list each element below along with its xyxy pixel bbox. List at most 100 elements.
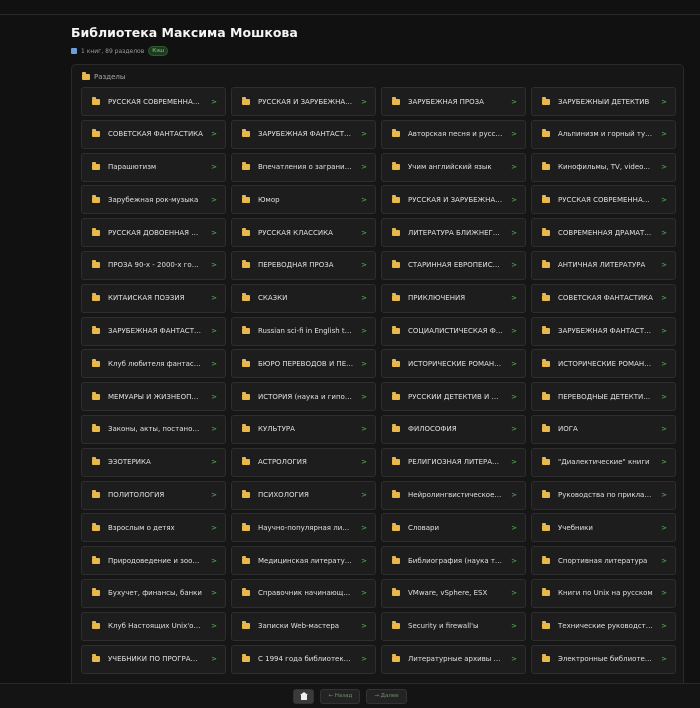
cache-badge: Кэш [148, 46, 169, 56]
section-tile[interactable]: Бухучет, финансы, банки > [81, 578, 226, 608]
section-tile[interactable]: ПРИКЛЮЧЕНИЯ > [381, 283, 526, 313]
next-button[interactable]: → Далее [366, 688, 407, 704]
section-tile[interactable]: РУССКАЯ СОВРЕМЕННАЯ П... > [531, 185, 676, 215]
folder-icon [242, 358, 250, 367]
section-tile[interactable]: VMware, vSphere, ESX > [381, 578, 526, 608]
section-tile[interactable]: ПОЛИТОЛОГИЯ > [81, 480, 226, 510]
section-tile[interactable]: Справочник начинающего ... > [231, 578, 376, 608]
section-tile[interactable]: СОВЕТСКАЯ ФАНТАСТИКА > [531, 283, 676, 313]
section-tile[interactable]: ЭЗОТЕРИКА > [81, 447, 226, 477]
section-tile[interactable]: Кинофильмы, TV, video... > [531, 152, 676, 182]
section-tile[interactable]: РУССКАЯ СОВРЕМЕННАЯ П... > [81, 87, 226, 116]
section-tile[interactable]: ФИЛОСОФИЯ > [381, 414, 526, 444]
chevron-right-icon: > [211, 228, 217, 237]
chevron-right-icon: > [511, 359, 517, 368]
folder-icon [542, 490, 550, 499]
folder-icon [242, 654, 250, 663]
section-tile[interactable]: РУССКАЯ ДОВОЕННАЯ ЛИТ... > [81, 218, 226, 248]
section-tile[interactable]: Записки Web-мастера > [231, 611, 376, 641]
sections-panel: Разделы РУССКАЯ СОВРЕМЕННАЯ П... > РУССКАЯ… [71, 64, 684, 704]
prev-button[interactable]: ← Назад [320, 688, 361, 704]
section-tile[interactable]: ЗАРУБЕЖНЫЙ ДЕТЕКТИВ > [531, 87, 676, 116]
section-tile[interactable]: СОЦИАЛИСТИЧЕСКАЯ ФАН... > [381, 316, 526, 346]
section-tile[interactable]: ИСТОРИЧЕСКИЕ РОМАНЫ(... > [381, 349, 526, 379]
section-tile[interactable]: Спортивная литература > [531, 546, 676, 576]
section-tile[interactable]: Альпинизм и горный туризм > [531, 119, 676, 149]
section-tile[interactable]: УЧЕБНИКИ ПО ПРОГРАММ... > [81, 644, 226, 674]
section-tile[interactable]: РУССКИЙ ДЕТЕКТИВ И БОЕ... > [381, 382, 526, 412]
section-tile[interactable]: Зарубежная рок-музыка > [81, 185, 226, 215]
section-tile[interactable]: РУССКАЯ И ЗАРУБЕЖНАЯ П... > [231, 87, 376, 116]
section-tile[interactable]: Словари > [381, 513, 526, 543]
section-tile[interactable]: Клуб Настоящих Unix'оидов > [81, 611, 226, 641]
section-tile[interactable]: СКАЗКИ > [231, 283, 376, 313]
sections-heading-label: Разделы [94, 73, 126, 81]
folder-icon [392, 358, 400, 367]
folder-icon [542, 194, 550, 203]
home-button[interactable] [293, 688, 315, 704]
section-tile[interactable]: Законы, акты, постановления > [81, 414, 226, 444]
section-tile[interactable]: Юмор > [231, 185, 376, 215]
section-tile[interactable]: ИСТОРИЯ (наука и гипотезы) > [231, 382, 376, 412]
section-tile[interactable]: БЮРО ПЕРЕВОДОВ И ПЕРЕВ... > [231, 349, 376, 379]
section-tile[interactable]: ПЕРЕВОДНАЯ ПРОЗА > [231, 250, 376, 280]
section-tile[interactable]: ЙОГА > [531, 414, 676, 444]
section-tile[interactable]: Авторская песня и русский ... > [381, 119, 526, 149]
section-tile[interactable]: Клуб любителя фантастики > [81, 349, 226, 379]
section-tile[interactable]: ПСИХОЛОГИЯ > [231, 480, 376, 510]
section-tile[interactable]: С 1994 года библиотека не ... > [231, 644, 376, 674]
folder-icon [242, 96, 250, 105]
section-tile[interactable]: КУЛЬТУРА > [231, 414, 376, 444]
section-tile[interactable]: Природоведение и зоология > [81, 546, 226, 576]
section-tile-label: РУССКАЯ И ЗАРУБЕЖНАЯ П... [408, 195, 503, 204]
chevron-right-icon: > [661, 425, 667, 434]
section-tile-label: Клуб Настоящих Unix'оидов [108, 622, 204, 631]
section-tile-label: ЗАРУБЕЖНАЯ ФАНТАСТИКА [258, 130, 354, 139]
section-tile[interactable]: Security и firewall'ы > [381, 611, 526, 641]
section-tile[interactable]: Электронные библиотеки, о... > [531, 644, 676, 674]
section-tile[interactable]: Впечатления о заграничной... > [231, 152, 376, 182]
section-tile[interactable]: ЗАРУБЕЖНАЯ ФАНТАСТИКА... > [531, 316, 676, 346]
section-tile[interactable]: Учим английский язык > [381, 152, 526, 182]
section-tile[interactable]: КИТАЙСКАЯ ПОЭЗИЯ > [81, 283, 226, 313]
section-tile[interactable]: Нейролингвистическое про... > [381, 480, 526, 510]
section-tile[interactable]: РЕЛИГИОЗНАЯ ЛИТЕРАТУРА > [381, 447, 526, 477]
section-tile-label: МЕМУАРЫ И ЖИЗНЕОПИС... [108, 392, 204, 401]
section-tile-label: АСТРОЛОГИЯ [258, 458, 307, 467]
section-tile[interactable]: Russian sci-fi in English transl... > [231, 316, 376, 346]
section-tile[interactable]: АСТРОЛОГИЯ > [231, 447, 376, 477]
section-tile[interactable]: Руководства по прикладно... > [531, 480, 676, 510]
section-tile[interactable]: Взрослым о детях > [81, 513, 226, 543]
section-tile[interactable]: СТАРИННАЯ ЕВРОПЕЙСКАЯ... > [381, 250, 526, 280]
section-tile[interactable]: "Диалектические" книги > [531, 447, 676, 477]
section-tile[interactable]: ЛИТЕРАТУРА БЛИЖНЕГО З... > [381, 218, 526, 248]
section-tile[interactable]: ЗАРУБЕЖНАЯ ФАНТАСТИКА > [231, 119, 376, 149]
section-tile[interactable]: Парашютизм > [81, 152, 226, 182]
section-tile[interactable]: ПЕРЕВОДНЫЕ ДЕТЕКТИВЫ > [531, 382, 676, 412]
section-tile[interactable]: Технические руководства > [531, 611, 676, 641]
section-tile[interactable]: Научно-популярная литера... > [231, 513, 376, 543]
folder-icon [542, 227, 550, 236]
section-tile[interactable]: Литературные архивы в Ин... > [381, 644, 526, 674]
home-icon [299, 691, 308, 700]
section-tile[interactable]: СОВЕТСКАЯ ФАНТАСТИКА > [81, 119, 226, 149]
folder-icon [92, 654, 100, 663]
section-tile[interactable]: Учебники > [531, 513, 676, 543]
section-tile[interactable]: СОВРЕМЕННАЯ ДРАМАТУРГ... > [531, 218, 676, 248]
section-tile[interactable]: МЕМУАРЫ И ЖИЗНЕОПИС... > [81, 382, 226, 412]
section-tile[interactable]: Библиография (наука такая) > [381, 546, 526, 576]
section-tile[interactable]: Книги по Unix на русском > [531, 578, 676, 608]
section-tile[interactable]: Медицинская литература > [231, 546, 376, 576]
section-tile[interactable]: ЗАРУБЕЖНАЯ ПРОЗА > [381, 87, 526, 116]
section-tile[interactable]: РУССКАЯ КЛАССИКА > [231, 218, 376, 248]
section-tile[interactable]: ИСТОРИЧЕСКИЕ РОМАНЫ(... > [531, 349, 676, 379]
folder-icon [92, 490, 100, 499]
section-tile-label: Технические руководства [558, 622, 654, 631]
section-tile[interactable]: АНТИЧНАЯ ЛИТЕРАТУРА > [531, 250, 676, 280]
section-tile[interactable]: РУССКАЯ И ЗАРУБЕЖНАЯ П... > [381, 185, 526, 215]
section-tile[interactable]: ПРОЗА 90-х - 2000-х годов > [81, 250, 226, 280]
section-tile[interactable]: ЗАРУБЕЖНАЯ ФАНТАСТИКА > [81, 316, 226, 346]
folder-icon [392, 162, 400, 171]
section-tile-label: ПРИКЛЮЧЕНИЯ [408, 294, 466, 303]
chevron-right-icon: > [661, 327, 667, 336]
